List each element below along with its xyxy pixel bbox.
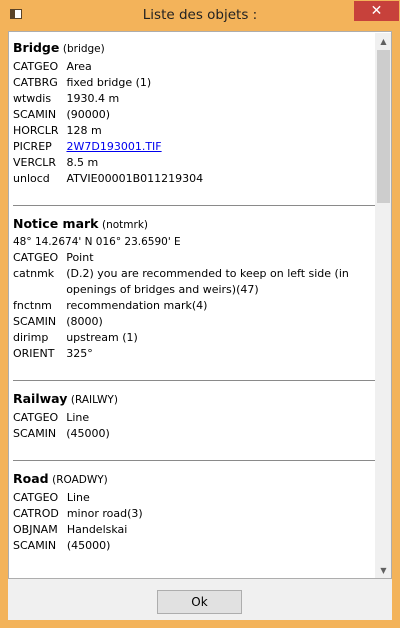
attribute-value: (D.2) you are recommended to keep on lef… [66,267,349,296]
attribute-row: CATGEO Point [13,250,375,266]
object-list: Bridge (bridge) CATGEO Area CATBRG fixed bri… [13,36,375,554]
attribute-table: CATGEO Point catnmk (D.2) you are recommend… [13,250,375,362]
attribute-row: CATBRG fixed bridge (1) [13,75,203,91]
object-name: Railway [13,391,68,406]
object-code: (ROADWY) [52,474,108,486]
attribute-row: OBJNAM Handelskai [13,522,143,538]
object-name: Bridge [13,40,60,55]
attribute-link[interactable]: 2W7D193001.TIF [66,139,203,155]
title-bar[interactable]: Liste des objets : ✕ [0,0,400,31]
object-header: Bridge (bridge) [13,40,375,57]
attribute-row: wtwdis 1930.4 m [13,91,203,107]
window-title: Liste des objets : [142,7,258,23]
attribute-key: CATGEO [13,491,59,504]
attribute-value: upstream (1) [66,331,138,344]
dialog-client-area: Bridge (bridge) CATGEO Area CATBRG fixed bri… [8,31,392,620]
scroll-up-arrow-icon[interactable]: ▲ [375,33,391,50]
attribute-key: SCAMIN [13,539,57,552]
attribute-key: CATBRG [13,76,58,89]
object-header: Railway (RAILWY) [13,391,375,408]
attribute-value: (8000) [66,315,103,328]
attribute-row: CATGEO Line [13,410,110,426]
attribute-key: unlocd [13,172,50,185]
object-section: Bridge (bridge) CATGEO Area CATBRG fixed bri… [13,40,375,206]
attribute-row: CATROD minor road(3) [13,506,143,522]
attribute-key: HORCLR [13,124,59,137]
object-name: Road [13,471,49,486]
attribute-key: OBJNAM [13,523,58,536]
attribute-table: CATGEO Line CATROD minor road(3) OBJNAM Hande… [13,490,143,554]
attribute-key: VERCLR [13,156,57,169]
attribute-key: dirimp [13,331,49,344]
attribute-table: CATGEO Line SCAMIN (45000) [13,410,110,442]
scrollbar-thumb[interactable] [377,50,390,203]
attribute-row: SCAMIN (45000) [13,426,110,442]
attribute-value: Line [66,491,90,504]
attribute-table: CATGEO Area CATBRG fixed bridge (1) wtwdis 19… [13,59,203,187]
object-code: (notmrk) [102,219,149,231]
attribute-value: 325° [66,347,93,360]
attribute-value: (90000) [66,108,111,121]
object-code: (bridge) [62,43,105,55]
attribute-row: CATGEO Area [13,59,203,75]
close-button[interactable]: ✕ [354,1,399,21]
attribute-row: catnmk (D.2) you are recommended to keep … [13,266,375,298]
attribute-key: CATGEO [13,251,59,264]
object-code: (RAILWY) [70,394,118,406]
attribute-key: SCAMIN [13,108,57,121]
section-divider [13,380,375,381]
object-section: Notice mark (notmrk) 48° 14.2674' N 016° … [13,216,375,381]
attribute-row: ORIENT 325° [13,346,375,362]
attribute-key: fnctnm [13,299,52,312]
dialog-window: Liste des objets : ✕ Bridge (bridge) CATG… [0,0,400,628]
ok-button[interactable]: Ok [157,590,242,614]
attribute-key: PICREP [13,140,52,153]
attribute-row: HORCLR 128 m [13,123,203,139]
attribute-row: SCAMIN (45000) [13,538,143,554]
attribute-value: ATVIE00001B011219304 [66,172,204,185]
attribute-key: CATGEO [13,60,59,73]
attribute-value: recommendation mark(4) [66,299,208,312]
attribute-value: fixed bridge (1) [66,76,152,89]
object-name: Notice mark [13,216,99,231]
attribute-key: catnmk [13,267,55,280]
attribute-row: dirimp upstream (1) [13,330,375,346]
attribute-row: VERCLR 8.5 m [13,155,203,171]
attribute-value: Point [66,251,94,264]
object-header: Notice mark (notmrk) [13,216,375,233]
attribute-value: (45000) [66,539,111,552]
attribute-row: unlocd ATVIE00001B011219304 [13,171,203,187]
attribute-value: (45000) [66,427,110,440]
attribute-value: Line [66,411,90,424]
object-section: Railway (RAILWY) CATGEO Line SCAMIN (45000) [13,391,375,461]
attribute-row: PICREP 2W7D193001.TIF [13,139,203,155]
attribute-value: 128 m [66,124,102,137]
section-divider [13,460,375,461]
object-header: Road (ROADWY) [13,471,375,488]
section-divider [13,205,375,206]
object-list-panel: Bridge (bridge) CATGEO Area CATBRG fixed bri… [8,31,392,579]
scroll-down-arrow-icon[interactable]: ▼ [375,562,391,578]
object-section: Road (ROADWY) CATGEO Line CATROD minor road(… [13,471,375,554]
attribute-value: 8.5 m [66,156,99,169]
attribute-key: CATGEO [13,411,59,424]
attribute-key: CATROD [13,507,59,520]
vertical-scrollbar[interactable]: ▲ ▼ [375,33,391,578]
object-coordinates: 48° 14.2674' N 016° 23.6590' E [13,236,181,248]
attribute-value: Area [66,60,92,73]
attribute-row: SCAMIN (90000) [13,107,203,123]
attribute-key: ORIENT [13,347,55,360]
attribute-row: fnctnm recommendation mark(4) [13,298,375,314]
attribute-value: minor road(3) [66,507,143,520]
attribute-key: SCAMIN [13,315,57,328]
attribute-key: SCAMIN [13,427,57,440]
attribute-row: SCAMIN (8000) [13,314,375,330]
attribute-key: wtwdis [13,92,52,105]
attribute-value: Handelskai [66,523,128,536]
attribute-value: 1930.4 m [66,92,120,105]
attribute-row: CATGEO Line [13,490,143,506]
